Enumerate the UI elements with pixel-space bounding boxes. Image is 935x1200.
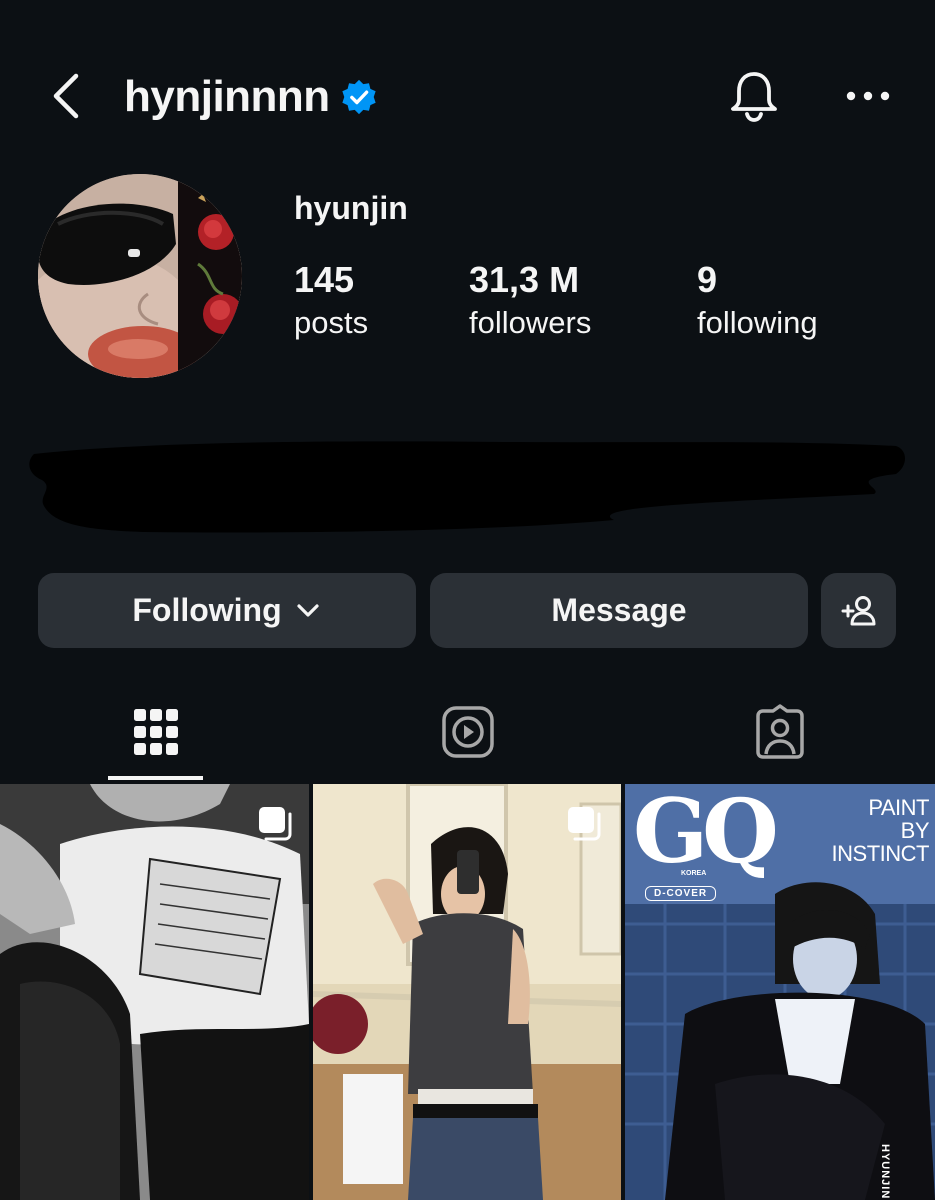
tab-reels[interactable] xyxy=(423,692,513,772)
more-horizontal-icon xyxy=(846,91,890,101)
more-options-button[interactable] xyxy=(842,76,894,116)
post-thumbnail-2[interactable] xyxy=(313,784,621,1200)
following-button[interactable]: Following xyxy=(38,573,416,648)
following-button-label: Following xyxy=(132,592,282,628)
back-button[interactable] xyxy=(44,66,94,126)
active-tab-indicator xyxy=(108,776,203,780)
cover-side-text: HYUNJIN xyxy=(879,1144,891,1200)
cover-headline-line: PAINT xyxy=(868,795,929,820)
notifications-button[interactable] xyxy=(724,66,784,126)
multiple-photos-icon xyxy=(259,807,292,841)
avatar-image xyxy=(38,174,242,378)
message-button-label: Message xyxy=(551,592,687,628)
tab-tagged[interactable] xyxy=(735,692,825,772)
chevron-down-icon xyxy=(297,603,319,617)
stat-value: 31,3 M xyxy=(469,259,580,300)
stat-label: followers xyxy=(469,305,592,340)
cover-country: KOREA xyxy=(681,870,707,877)
tagged-icon xyxy=(756,704,804,759)
bell-icon xyxy=(731,72,777,122)
following-count[interactable]: 9 following xyxy=(697,258,818,344)
cover-headline-line: BY xyxy=(900,818,930,843)
profile-avatar[interactable] xyxy=(38,174,242,378)
chevron-left-icon xyxy=(53,73,79,119)
post-thumbnail-3[interactable]: GQ KOREA D-COVER PAINT BY INSTINCT HYUNJ… xyxy=(625,784,935,1200)
followers-count[interactable]: 31,3 M followers xyxy=(469,258,591,344)
gq-logo: GQ xyxy=(633,784,779,883)
verified-badge-icon xyxy=(342,79,376,115)
username-handle: hynjinnnn xyxy=(124,72,330,121)
tab-posts-grid[interactable] xyxy=(111,692,201,772)
cover-label: D-COVER xyxy=(645,886,717,901)
stat-value: 9 xyxy=(697,259,718,300)
stat-label: posts xyxy=(294,305,369,340)
post-image xyxy=(313,784,621,1200)
profile-header-title: hynjinnnn xyxy=(124,70,378,124)
reels-icon xyxy=(442,706,494,758)
post-image xyxy=(0,784,309,1200)
redacted-bio xyxy=(29,441,906,533)
multiple-photos-icon xyxy=(568,807,601,841)
profile-display-name: hyunjin xyxy=(294,190,408,226)
message-button[interactable]: Message xyxy=(430,573,808,648)
posts-count[interactable]: 145 posts xyxy=(294,258,368,344)
add-person-icon xyxy=(841,595,875,625)
cover-headline-line: INSTINCT xyxy=(831,841,930,866)
cover-headline: PAINT BY INSTINCT xyxy=(831,795,930,866)
stat-value: 145 xyxy=(294,259,355,300)
post-thumbnail-1[interactable] xyxy=(0,784,309,1200)
add-user-button[interactable] xyxy=(821,573,896,648)
stat-label: following xyxy=(697,305,818,340)
grid-icon xyxy=(134,709,178,755)
